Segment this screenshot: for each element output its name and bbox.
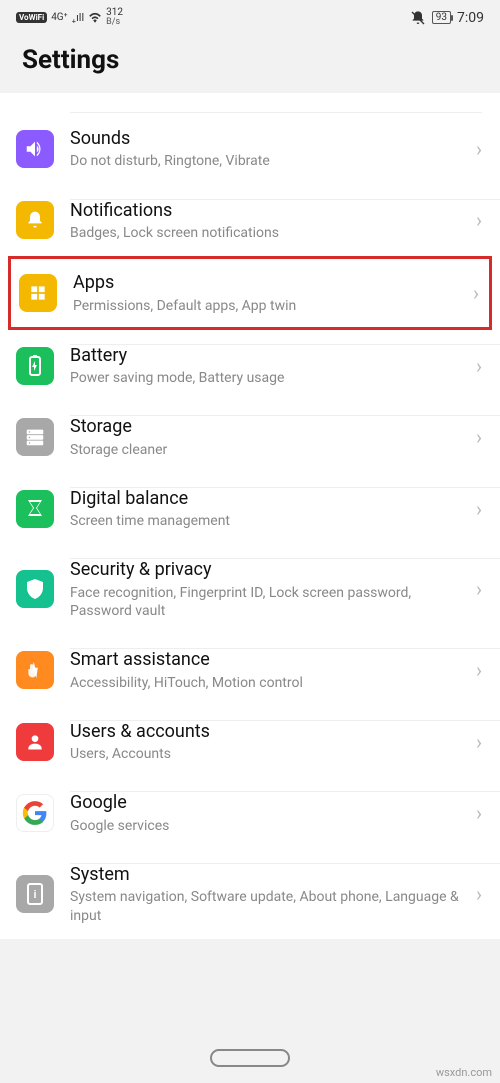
chevron-right-icon: › xyxy=(476,208,482,232)
mute-icon xyxy=(410,10,426,26)
item-title: Users & accounts xyxy=(70,720,466,743)
item-subtitle: Power saving mode, Battery usage xyxy=(70,369,466,387)
item-subtitle: Face recognition, Fingerprint ID, Lock s… xyxy=(70,584,466,620)
digital-balance-icon xyxy=(16,490,54,528)
item-subtitle: Google services xyxy=(70,817,466,835)
chevron-right-icon: › xyxy=(473,281,479,305)
wifi-icon xyxy=(88,12,102,23)
item-subtitle: Badges, Lock screen notifications xyxy=(70,224,466,242)
item-security-privacy[interactable]: Security & privacy Face recognition, Fin… xyxy=(0,544,500,634)
smart-assistance-icon xyxy=(16,651,54,689)
network-gen: 4G⁺ xyxy=(51,12,67,23)
watermark: wsxdn.com xyxy=(436,1066,492,1079)
item-subtitle: Screen time management xyxy=(70,512,466,530)
page-title: Settings xyxy=(0,31,500,93)
security-icon xyxy=(16,570,54,608)
storage-icon xyxy=(16,418,54,456)
chevron-right-icon: › xyxy=(476,730,482,754)
signal-icon: ₊ıll xyxy=(72,11,85,24)
notifications-icon xyxy=(16,201,54,239)
chevron-right-icon: › xyxy=(476,801,482,825)
net-speed: 312 B/s xyxy=(106,8,123,27)
chevron-right-icon: › xyxy=(476,658,482,682)
chevron-right-icon: › xyxy=(476,137,482,161)
item-title: Storage xyxy=(70,415,466,438)
apps-icon xyxy=(19,274,57,312)
sounds-icon xyxy=(16,130,54,168)
item-sounds[interactable]: Sounds Do not disturb, Ringtone, Vibrate… xyxy=(0,113,500,185)
users-icon xyxy=(16,723,54,761)
chevron-right-icon: › xyxy=(476,577,482,601)
clock: 7:09 xyxy=(457,10,484,26)
chevron-right-icon: › xyxy=(476,882,482,906)
item-subtitle: Users, Accounts xyxy=(70,745,466,763)
truncated-item xyxy=(70,93,482,113)
google-icon xyxy=(16,794,54,832)
item-system[interactable]: i System System navigation, Software upd… xyxy=(0,849,500,939)
item-digital-balance[interactable]: Digital balance Screen time management › xyxy=(0,473,500,545)
item-title: System xyxy=(70,863,466,886)
svg-text:i: i xyxy=(33,889,36,901)
item-notifications[interactable]: Notifications Badges, Lock screen notifi… xyxy=(0,185,500,257)
item-title: Smart assistance xyxy=(70,648,466,671)
item-title: Google xyxy=(70,791,466,814)
item-storage[interactable]: Storage Storage cleaner › xyxy=(0,401,500,473)
item-subtitle: Do not disturb, Ringtone, Vibrate xyxy=(70,152,466,170)
chevron-right-icon: › xyxy=(476,497,482,521)
item-subtitle: Storage cleaner xyxy=(70,441,466,459)
chevron-right-icon: › xyxy=(476,354,482,378)
item-title: Sounds xyxy=(70,127,466,150)
item-title: Apps xyxy=(73,271,463,294)
status-left: VoWiFi 4G⁺ ₊ıll 312 B/s xyxy=(16,8,123,27)
item-apps[interactable]: Apps Permissions, Default apps, App twin… xyxy=(8,256,492,330)
item-subtitle: Accessibility, HiTouch, Motion control xyxy=(70,674,466,692)
item-title: Battery xyxy=(70,344,466,367)
item-battery[interactable]: Battery Power saving mode, Battery usage… xyxy=(0,330,500,402)
item-google[interactable]: Google Google services › xyxy=(0,777,500,849)
item-smart-assistance[interactable]: Smart assistance Accessibility, HiTouch,… xyxy=(0,634,500,706)
item-title: Security & privacy xyxy=(70,558,466,581)
item-title: Notifications xyxy=(70,199,466,222)
battery-icon xyxy=(16,347,54,385)
battery-indicator: 93 xyxy=(432,11,451,24)
item-title: Digital balance xyxy=(70,487,466,510)
status-bar: VoWiFi 4G⁺ ₊ıll 312 B/s 93 7:09 xyxy=(0,0,500,31)
item-users-accounts[interactable]: Users & accounts Users, Accounts › xyxy=(0,706,500,778)
system-icon: i xyxy=(16,875,54,913)
item-subtitle: Permissions, Default apps, App twin xyxy=(73,297,463,315)
item-subtitle: System navigation, Software update, Abou… xyxy=(70,888,466,924)
status-right: 93 7:09 xyxy=(410,10,484,26)
chevron-right-icon: › xyxy=(476,425,482,449)
settings-list: Sounds Do not disturb, Ringtone, Vibrate… xyxy=(0,93,500,939)
vowifi-badge: VoWiFi xyxy=(16,12,47,23)
nav-home-pill[interactable] xyxy=(210,1049,290,1067)
